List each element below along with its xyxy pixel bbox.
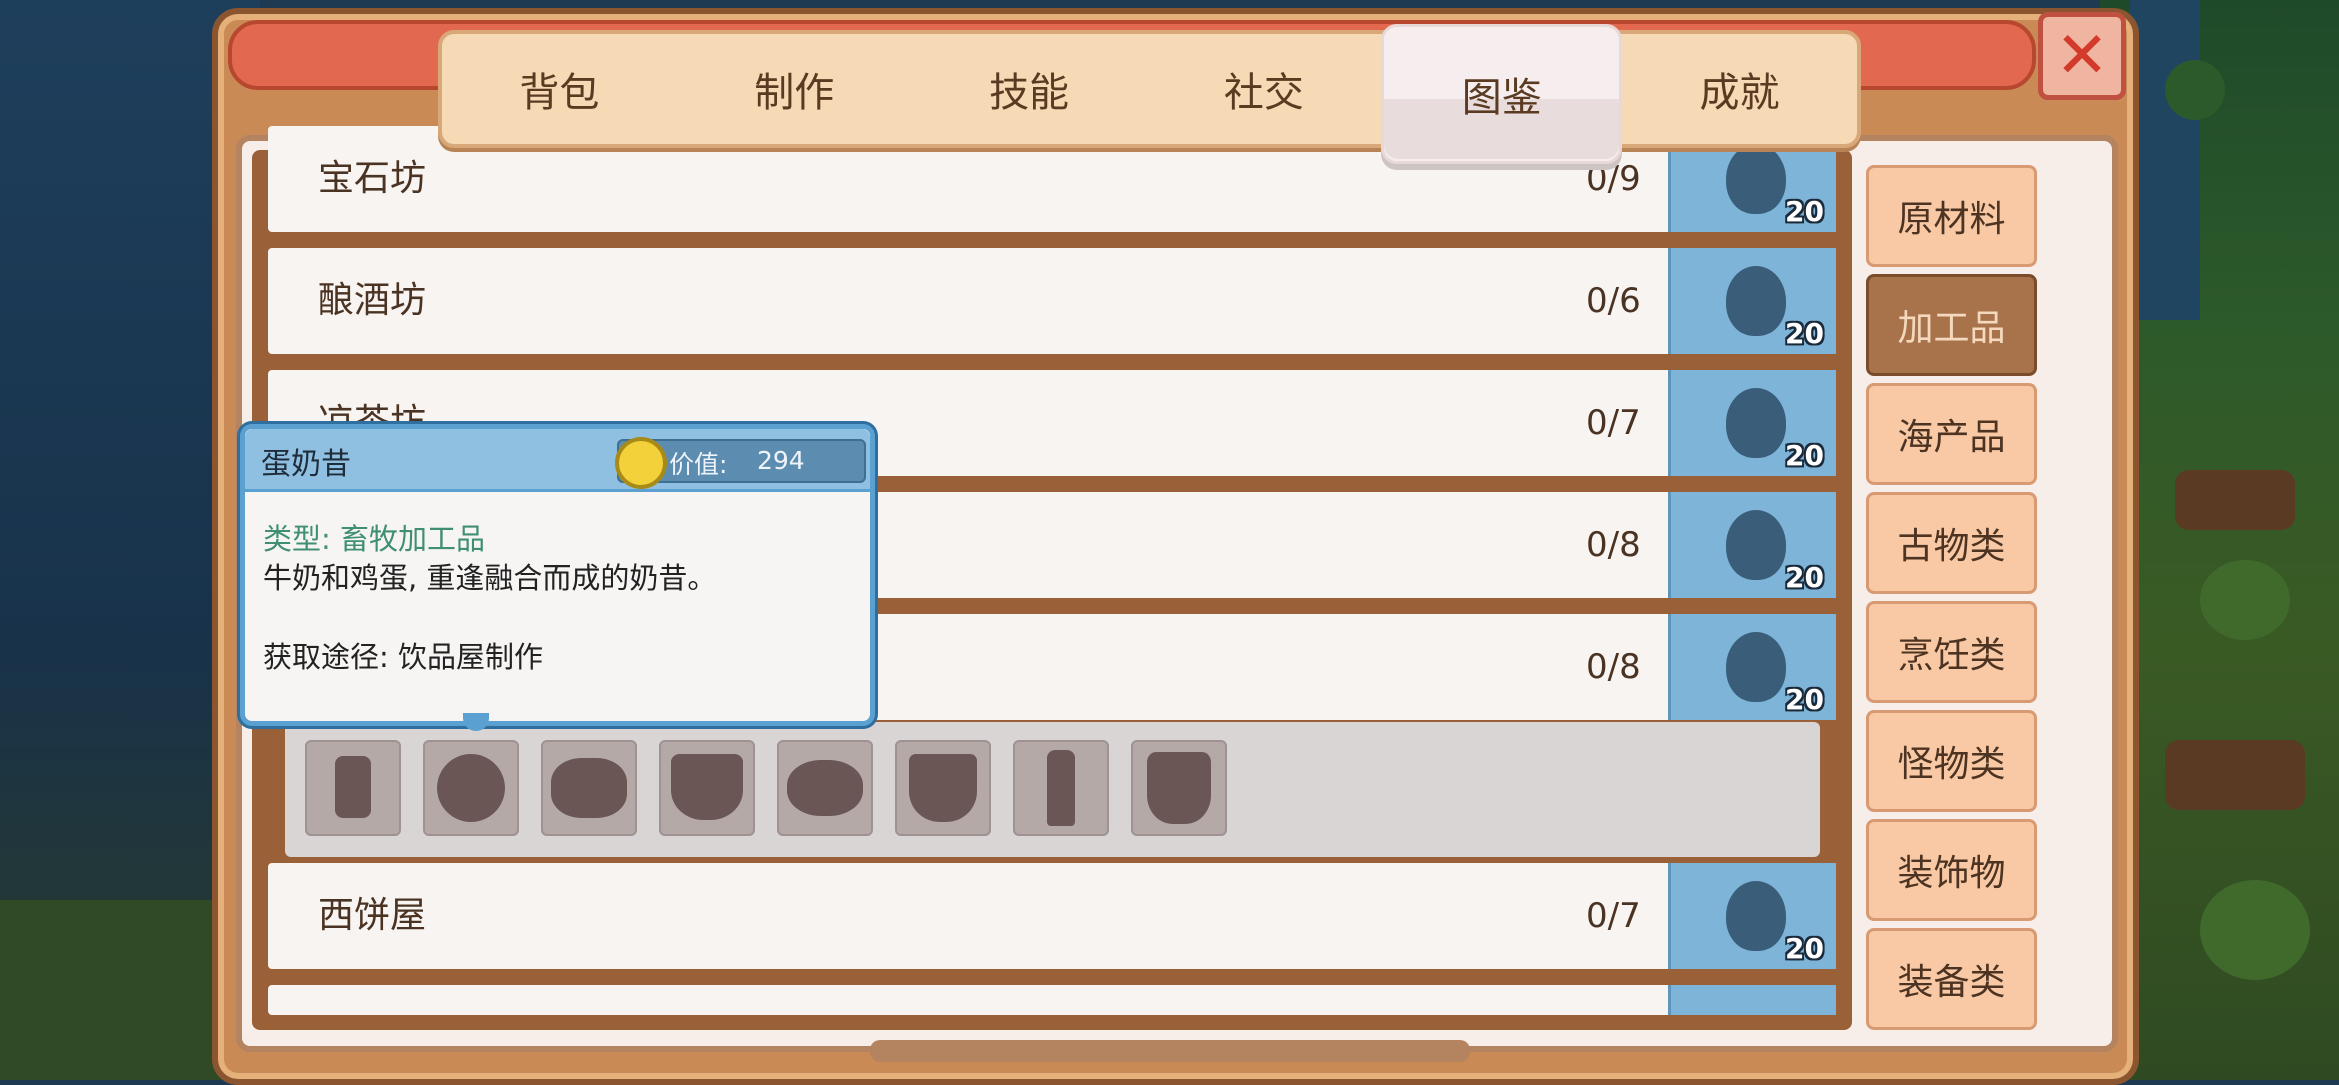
tab-collection[interactable]: 图鉴 [1381,24,1623,164]
row-name: 西饼屋 [318,895,427,936]
tab-label: 制作 [754,70,835,116]
category-artifacts[interactable]: 古物类 [1866,492,2037,594]
tab-label: 社交 [1223,70,1304,116]
jar-silhouette-icon [335,756,371,818]
item-slot[interactable] [777,740,873,836]
reward-count: 20 [1785,561,1824,594]
expanded-item-grid [285,722,1820,857]
reward-count: 20 [1785,683,1824,716]
reward-count: 20 [1785,439,1824,472]
close-button[interactable]: ✕ [2038,12,2126,100]
tooltip-title: 蛋奶昔 [261,447,351,482]
round-item-silhouette-icon [787,760,863,816]
reward-slot[interactable] [1668,985,1836,1015]
reward-item-icon [1726,388,1786,458]
item-slot[interactable] [423,740,519,836]
category-label: 古物类 [1897,526,2006,567]
category-raw-materials[interactable]: 原材料 [1866,165,2037,267]
price-value: 294 [757,446,805,475]
item-slot[interactable] [305,740,401,836]
category-cooking[interactable]: 烹饪类 [1866,601,2037,703]
row-count: 0/8 [1586,647,1641,687]
category-label: 烹饪类 [1897,635,2006,676]
tab-crafting[interactable]: 制作 [677,34,912,144]
bush-decoration [2200,880,2310,980]
item-slot[interactable] [895,740,991,836]
item-slot[interactable] [659,740,755,836]
scroll-handle[interactable] [870,1040,1470,1062]
reward-count: 20 [1785,317,1824,350]
tab-skills[interactable]: 技能 [912,34,1147,144]
reward-slot[interactable]: 20 [1668,248,1836,354]
list-row[interactable]: 酿酒坊 0/6 20 [268,248,1836,354]
round-item-silhouette-icon [551,758,627,818]
category-label: 海产品 [1897,417,2006,458]
item-slot[interactable] [1013,740,1109,836]
row-count: 0/8 [1586,525,1641,565]
coin-icon [615,437,667,489]
item-slot[interactable] [1131,740,1227,836]
category-decorations[interactable]: 装饰物 [1866,819,2037,921]
main-tab-bar: 背包 制作 技能 社交 图鉴 成就 [438,24,1861,164]
row-name: 酿酒坊 [318,280,427,321]
tab-label: 成就 [1699,70,1780,116]
bush-decoration [2165,60,2225,120]
category-equipment[interactable]: 装备类 [1866,928,2037,1030]
category-label: 装饰物 [1897,853,2006,894]
reward-item-icon [1726,632,1786,702]
price-badge: 价值: 294 [615,437,866,489]
category-monsters[interactable]: 怪物类 [1866,710,2037,812]
reward-slot[interactable]: 20 [1668,492,1836,598]
list-row[interactable]: 西饼屋 0/7 20 [268,863,1836,969]
reward-item-icon [1726,144,1786,214]
category-seafood[interactable]: 海产品 [1866,383,2037,485]
category-label: 怪物类 [1897,744,2006,785]
row-count: 0/7 [1586,403,1641,443]
tooltip-type: 类型: 畜牧加工品 [263,522,485,556]
bowl-silhouette-icon [671,754,743,820]
tab-label: 背包 [519,70,600,116]
tooltip-source: 获取途径: 饮品屋制作 [263,640,543,674]
item-tooltip: 蛋奶昔 价值: 294 类型: 畜牧加工品 牛奶和鸡蛋, 重逢融合而成的奶昔。 … [240,424,875,731]
item-slot[interactable] [541,740,637,836]
reward-slot[interactable]: 20 [1668,614,1836,720]
reward-item-icon [1726,266,1786,336]
cup-silhouette-icon [909,754,977,822]
category-label: 加工品 [1897,308,2006,349]
reward-count: 20 [1785,932,1824,965]
log-decoration [2175,470,2295,530]
category-processed-goods[interactable]: 加工品 [1866,274,2037,376]
reward-item-icon [1726,510,1786,580]
tooltip-header: 蛋奶昔 价值: 294 [245,429,870,492]
row-count: 0/7 [1586,896,1641,936]
tab-label: 技能 [989,70,1070,116]
close-icon: ✕ [2055,19,2109,93]
bush-decoration [2200,560,2290,640]
category-label: 原材料 [1897,199,2006,240]
row-count: 0/6 [1586,281,1641,321]
tab-label: 图鉴 [1461,75,1542,121]
round-item-silhouette-icon [437,754,505,822]
reward-count: 20 [1785,195,1824,228]
category-label: 装备类 [1897,962,2006,1003]
bottle-silhouette-icon [1047,750,1075,826]
row-name: 宝石坊 [318,158,427,199]
log-decoration [2165,740,2305,810]
reward-item-icon [1726,881,1786,951]
reward-slot[interactable]: 20 [1668,370,1836,476]
list-row[interactable] [268,985,1836,1015]
tab-achievements[interactable]: 成就 [1622,34,1857,144]
price-label: 价值: [669,450,728,479]
tab-social[interactable]: 社交 [1146,34,1381,144]
tab-backpack[interactable]: 背包 [442,34,677,144]
tooltip-description: 牛奶和鸡蛋, 重逢融合而成的奶昔。 [263,561,717,595]
vase-silhouette-icon [1147,752,1211,824]
background-river [2130,0,2200,320]
reward-slot[interactable]: 20 [1668,863,1836,969]
